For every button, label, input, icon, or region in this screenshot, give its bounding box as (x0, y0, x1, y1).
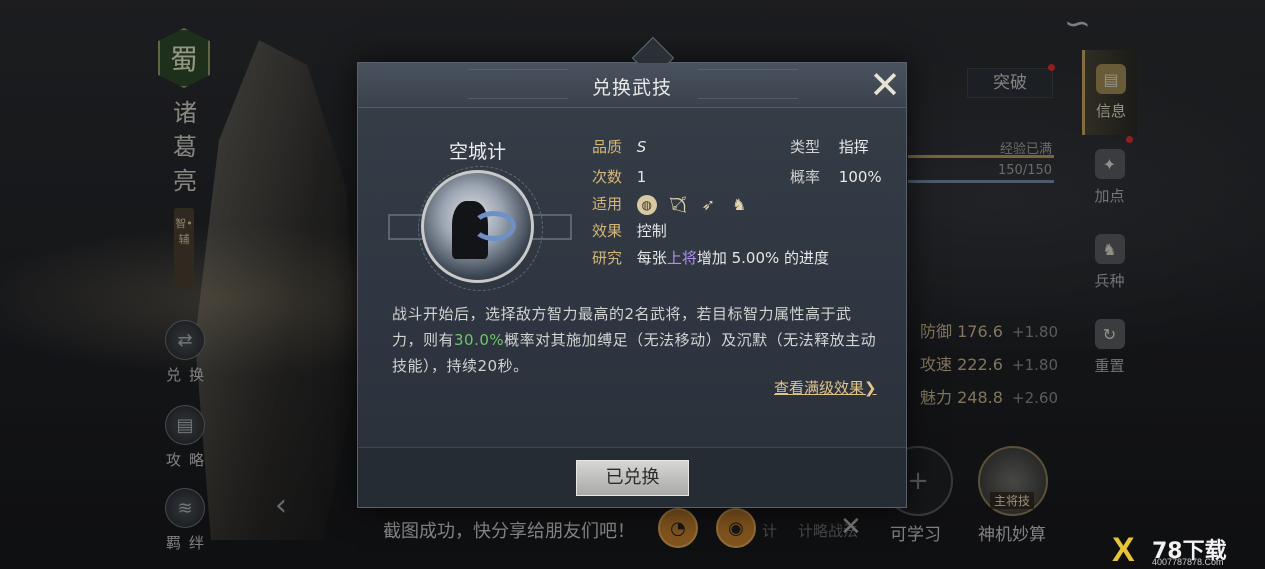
attr-label: 类型 (790, 138, 821, 156)
attr-value: 控制 (636, 222, 667, 240)
attr-label: 品质 (592, 138, 623, 156)
dialog-title: 兑换武技 (591, 77, 672, 99)
attr-quality: 品质 S (592, 136, 646, 157)
attr-label: 概率 (790, 168, 821, 186)
watermark: X 78下载 4007787878.Com (1112, 531, 1262, 569)
attr-count: 次数 1 (592, 166, 646, 187)
skill-frame-ornament (528, 214, 572, 240)
research-pre: 每张 (636, 249, 667, 267)
dialog-header: 兑换武技 (358, 63, 906, 108)
close-icon[interactable]: ✕ (863, 63, 907, 107)
attr-type: 类型 指挥 (790, 136, 869, 157)
attr-value: 每张上将增加 5.00% 的进度 (637, 249, 829, 267)
dialog-footer: 已兑换 (358, 447, 906, 507)
exchanged-button[interactable]: 已兑换 (576, 460, 689, 496)
shield-icon: ◍ (636, 194, 657, 215)
attr-value: S (636, 138, 647, 156)
exchange-skill-dialog: 兑换武技 ✕ 空城计 品质 S 类型 指挥 次数 1 概率 100% 适用 ◍ (357, 36, 907, 508)
spear-icon: ➶ (701, 194, 716, 214)
attr-value: 100% (838, 168, 882, 186)
attr-value: 指挥 (838, 138, 869, 156)
desc-highlight: 30.0% (454, 331, 505, 349)
view-max-level-link[interactable]: 查看满级效果❯ (774, 377, 877, 398)
skill-name: 空城计 (449, 141, 507, 163)
attr-label: 适用 (592, 195, 623, 213)
skill-portrait-swirl (472, 211, 516, 241)
attr-applicable: 适用 ◍ 🏹︎ ➶ ♞ (592, 193, 749, 215)
attr-label: 次数 (592, 168, 623, 186)
research-highlight: 上将 (666, 249, 697, 267)
attr-effect: 效果 控制 (592, 220, 667, 241)
attr-label: 研究 (592, 249, 623, 267)
attr-label: 效果 (592, 222, 623, 240)
attr-rate: 概率 100% (790, 166, 882, 187)
skill-portrait-icon (421, 170, 534, 283)
horse-icon: ♞ (731, 194, 747, 214)
watermark-logo-icon: X (1112, 531, 1135, 569)
research-post: 增加 5.00% 的进度 (696, 249, 830, 267)
watermark-url: 4007787878.Com (1152, 557, 1224, 567)
attr-research: 研究 每张上将增加 5.00% 的进度 (592, 247, 829, 268)
bow-icon: 🏹︎ (667, 194, 688, 214)
skill-description: 战斗开始后，选择敌方智力最高的2名武将，若目标智力属性高于武力，则有30.0%概… (392, 301, 882, 379)
attr-value: 1 (636, 168, 647, 186)
